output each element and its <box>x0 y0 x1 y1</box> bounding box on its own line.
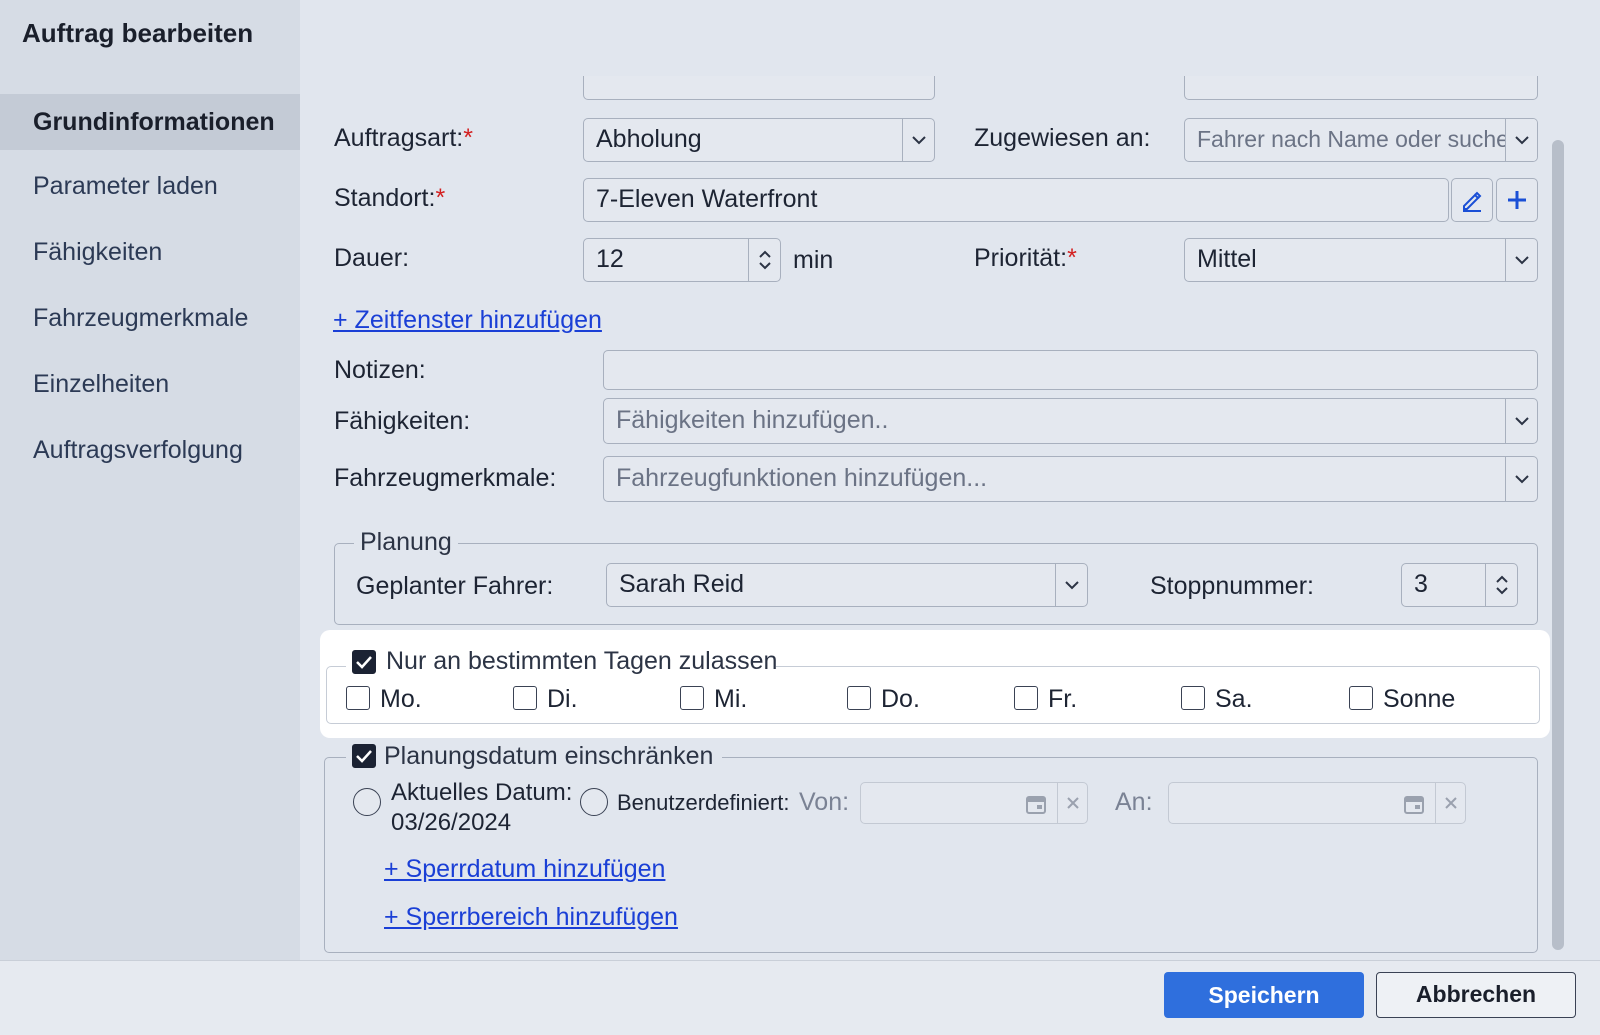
close-icon[interactable] <box>1435 783 1465 823</box>
scrolled-field-left <box>583 76 935 100</box>
to-date-input[interactable] <box>1168 782 1466 824</box>
chevron-down-icon[interactable] <box>1505 119 1537 161</box>
chevron-down-icon[interactable] <box>1505 399 1537 443</box>
date-restrict-checkbox[interactable] <box>352 744 376 768</box>
planned-driver-select[interactable]: Sarah Reid <box>606 563 1088 607</box>
cancel-button[interactable]: Abbrechen <box>1376 972 1576 1018</box>
day-label-do: Do. <box>881 685 920 713</box>
custom-date-radio[interactable] <box>580 788 608 816</box>
stop-number-stepper[interactable] <box>1485 564 1517 606</box>
allowed-days-legend: Nur an bestimmten Tagen zulassen <box>386 647 778 675</box>
add-blackout-date-link[interactable]: + Sperrdatum hinzufügen <box>384 855 665 884</box>
chevron-down-icon[interactable] <box>1055 564 1087 606</box>
order-type-select[interactable]: Abholung <box>583 118 935 162</box>
day-label-mo: Mo. <box>380 685 422 713</box>
save-button[interactable]: Speichern <box>1164 972 1364 1018</box>
dialog-title: Auftrag bearbeiten <box>22 18 254 48</box>
scrolled-field-right <box>1184 76 1538 100</box>
sidebar-item-fahrzeugmerkmale[interactable]: Fahrzeugmerkmale <box>0 290 300 346</box>
planning-legend: Planung <box>354 528 458 557</box>
day-checkbox-mi[interactable] <box>680 686 704 710</box>
vehicle-features-label: Fahrzeugmerkmale: <box>334 464 557 492</box>
stop-number-label: Stoppnummer: <box>1150 572 1314 600</box>
chevron-down-icon[interactable] <box>902 119 934 161</box>
day-label-fr: Fr. <box>1048 685 1078 713</box>
day-checkbox-sonne[interactable] <box>1349 686 1373 710</box>
from-label: Von: <box>799 788 850 816</box>
calendar-icon[interactable] <box>1403 793 1425 815</box>
vertical-scrollbar[interactable] <box>1552 140 1564 950</box>
duration-stepper[interactable] <box>748 239 780 281</box>
chevron-down-icon[interactable] <box>758 262 772 270</box>
stop-number-input[interactable]: 3 <box>1401 563 1518 607</box>
day-checkbox-di[interactable] <box>513 686 537 710</box>
order-type-label: Auftragsart:* <box>334 124 473 152</box>
day-checkbox-mo[interactable] <box>346 686 370 710</box>
assigned-to-label: Zugewiesen an: <box>974 124 1151 152</box>
chevron-up-icon[interactable] <box>758 250 772 258</box>
sidebar-item-faehigkeiten[interactable]: Fähigkeiten <box>0 224 300 280</box>
chevron-down-icon[interactable] <box>1495 587 1509 595</box>
priority-select[interactable]: Mittel <box>1184 238 1538 282</box>
sidebar-item-grundinformationen[interactable]: Grundinformationen <box>0 94 300 150</box>
priority-label: Priorität:* <box>974 244 1077 272</box>
sidebar-item-auftragsverfolgung[interactable]: Auftragsverfolgung <box>0 422 300 478</box>
to-label: An: <box>1115 788 1153 816</box>
chevron-up-icon[interactable] <box>1495 575 1509 583</box>
day-checkbox-fr[interactable] <box>1014 686 1038 710</box>
notes-input[interactable] <box>603 350 1538 390</box>
location-input[interactable]: 7-Eleven Waterfront <box>583 178 1449 222</box>
day-checkbox-do[interactable] <box>847 686 871 710</box>
edit-location-button[interactable] <box>1451 178 1493 222</box>
add-location-button[interactable] <box>1496 178 1538 222</box>
calendar-icon[interactable] <box>1025 793 1047 815</box>
sidebar-item-einzelheiten[interactable]: Einzelheiten <box>0 356 300 412</box>
from-date-input[interactable] <box>860 782 1088 824</box>
add-blackout-area-link[interactable]: + Sperrbereich hinzufügen <box>384 903 678 932</box>
current-date-label: Aktuelles Datum: 03/26/2024 <box>391 779 573 836</box>
capabilities-select[interactable]: Fähigkeiten hinzufügen.. <box>603 398 1538 444</box>
assigned-to-select[interactable]: Fahrer nach Name oder suchen <box>1184 118 1538 162</box>
duration-unit: min <box>793 246 834 274</box>
notes-label: Notizen: <box>334 356 426 384</box>
day-label-di: Di. <box>547 685 578 713</box>
duration-input[interactable]: 12 <box>583 238 781 282</box>
day-label-sa: Sa. <box>1215 685 1253 713</box>
planned-driver-label: Geplanter Fahrer: <box>356 572 554 600</box>
day-label-sonne: Sonne <box>1383 685 1456 713</box>
sidebar: Auftrag bearbeiten Grundinformationen Pa… <box>0 0 300 960</box>
current-date-radio[interactable] <box>353 788 381 816</box>
capabilities-label: Fähigkeiten: <box>334 407 471 435</box>
day-checkbox-sa[interactable] <box>1181 686 1205 710</box>
allowed-days-checkbox[interactable] <box>352 650 376 674</box>
checkmark-icon <box>356 750 372 763</box>
day-label-mi: Mi. <box>714 685 748 713</box>
location-label: Standort:* <box>334 184 446 212</box>
close-icon[interactable] <box>1057 783 1087 823</box>
add-time-window-link[interactable]: + Zeitfenster hinzufügen <box>333 306 602 335</box>
pencil-icon <box>1463 191 1482 212</box>
date-restrict-legend: Planungsdatum einschränken <box>384 742 714 770</box>
checkmark-icon <box>356 656 372 669</box>
plus-icon <box>1508 191 1526 209</box>
chevron-down-icon[interactable] <box>1505 239 1537 281</box>
duration-label: Dauer: <box>334 244 410 272</box>
chevron-down-icon[interactable] <box>1505 457 1537 501</box>
sidebar-item-parameter-laden[interactable]: Parameter laden <box>0 158 300 214</box>
custom-date-label: Benutzerdefiniert: <box>617 790 790 815</box>
vehicle-features-select[interactable]: Fahrzeugfunktionen hinzufügen... <box>603 456 1538 502</box>
